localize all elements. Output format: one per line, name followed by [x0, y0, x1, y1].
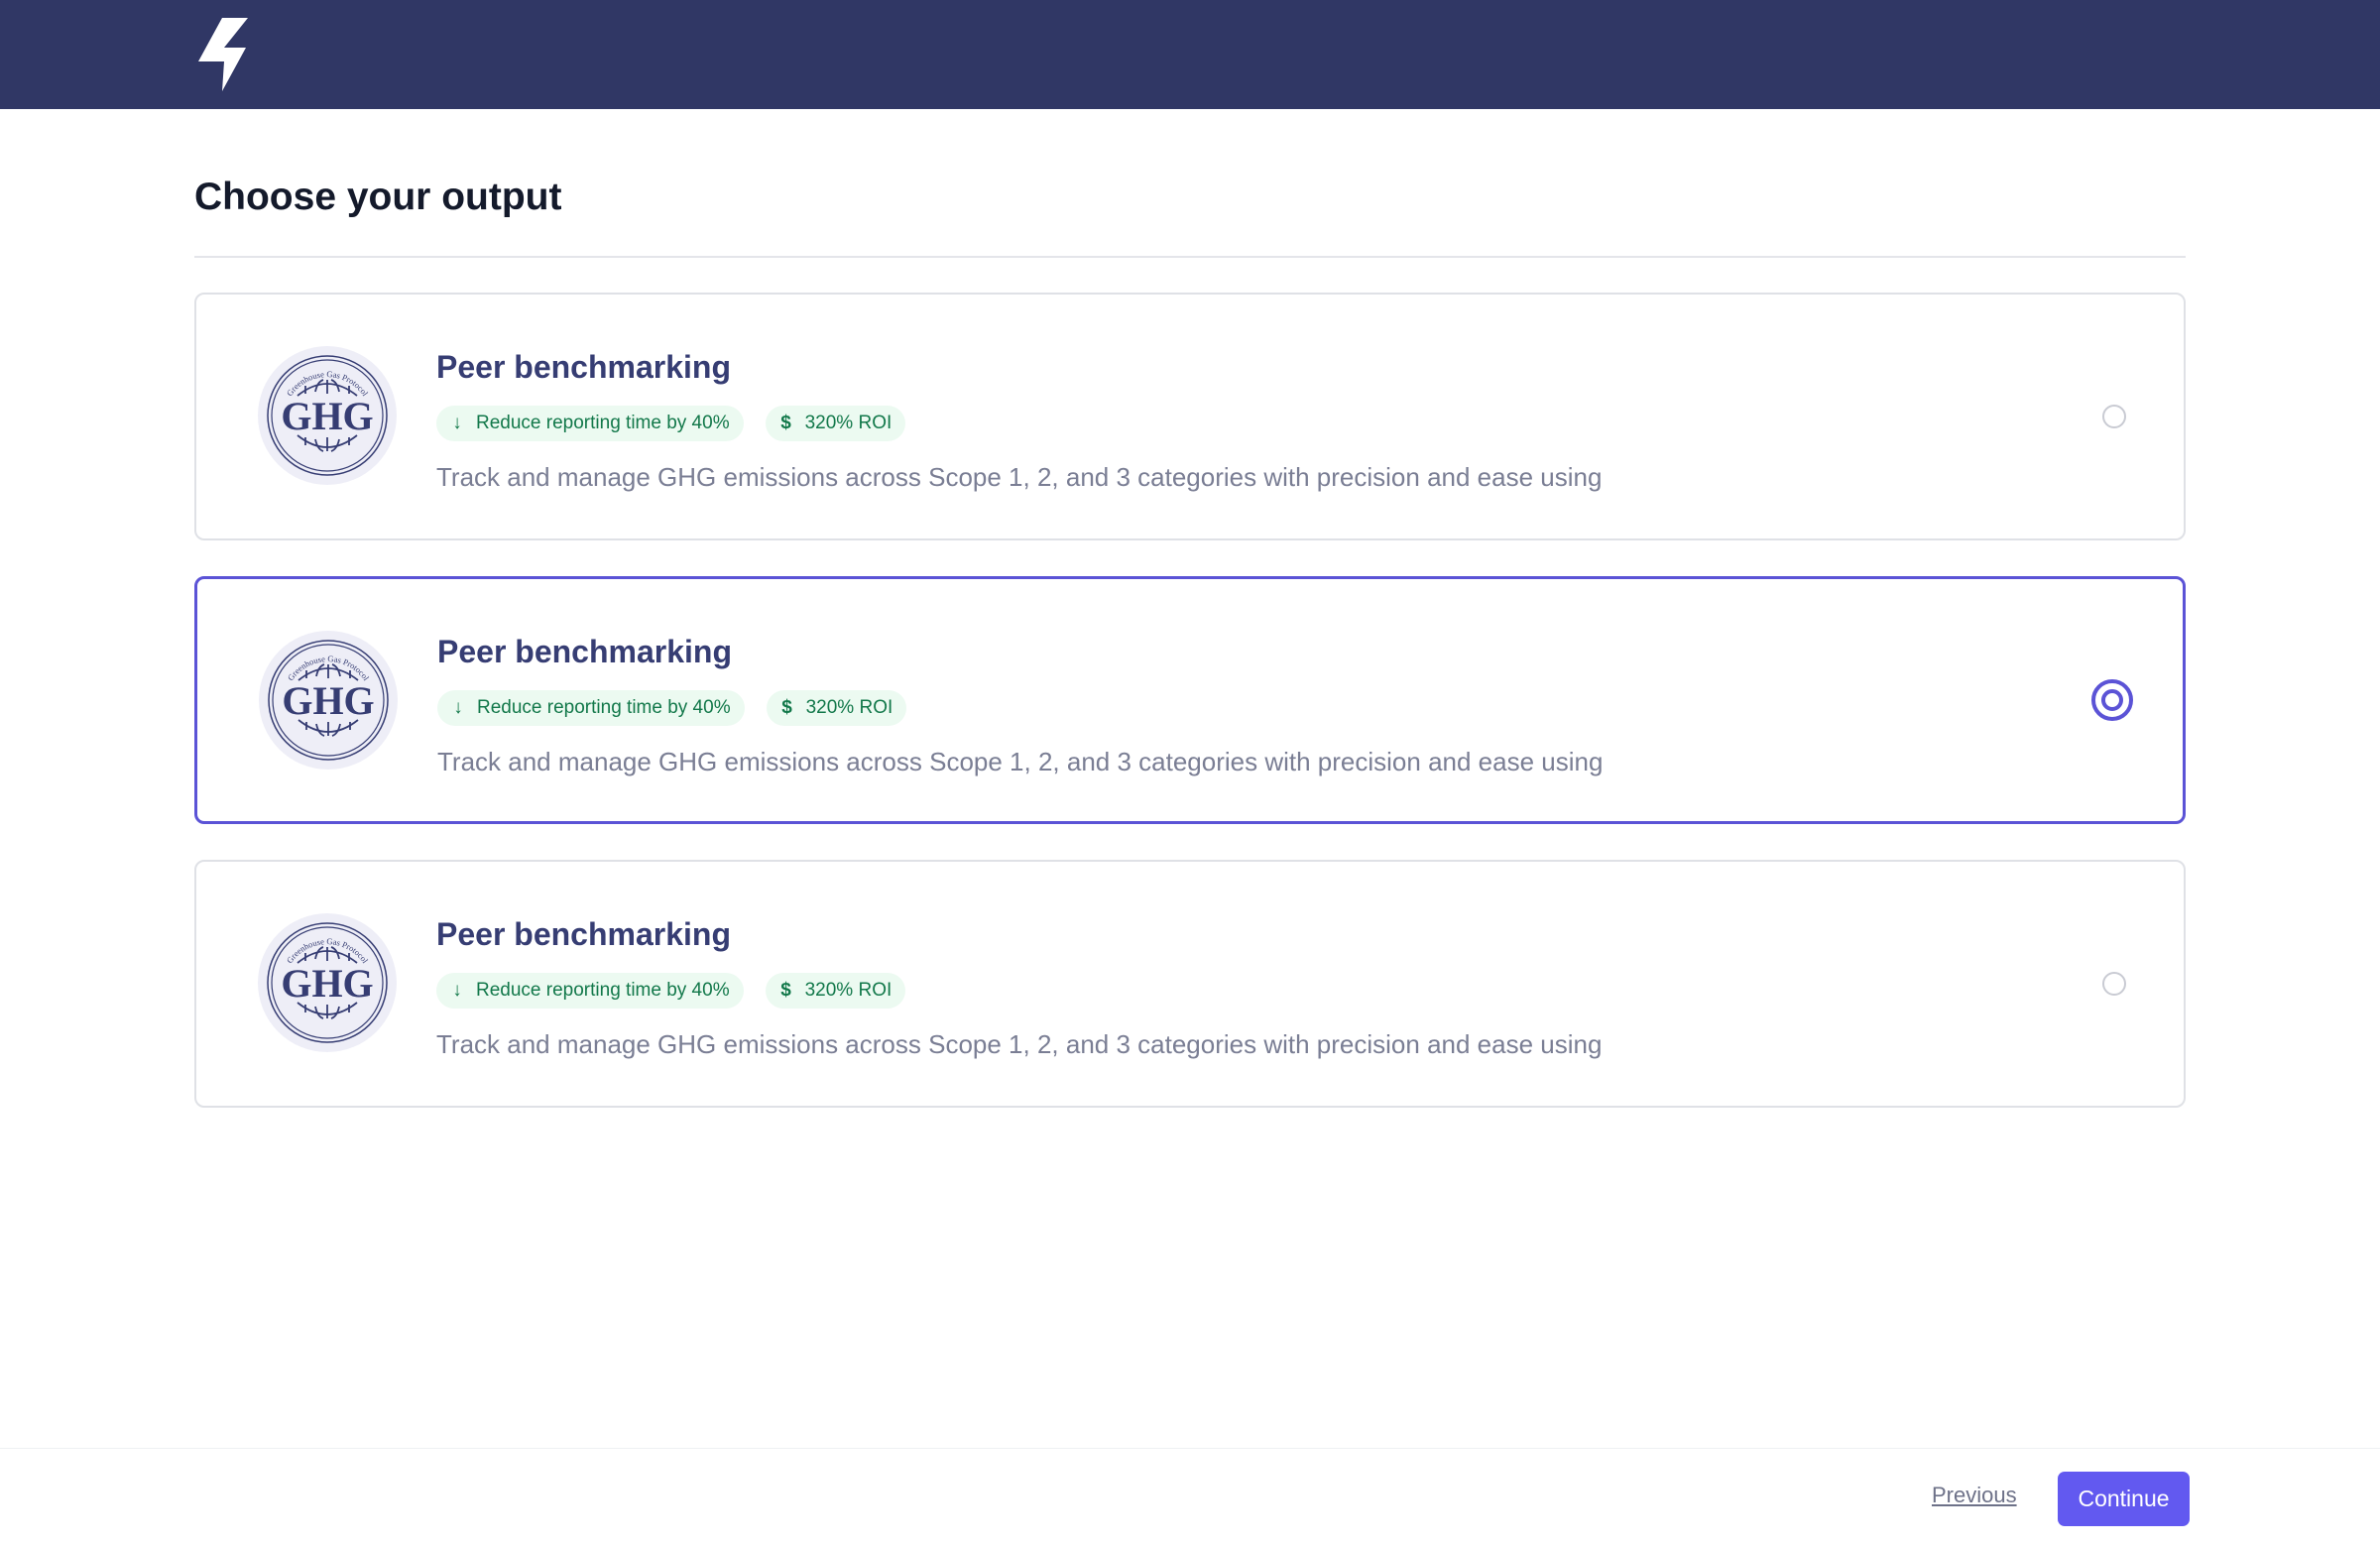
option-description: Track and manage GHG emissions across Sc… — [437, 747, 1604, 776]
option-title: Peer benchmarking — [436, 349, 731, 385]
tag-label: Reduce reporting time by 40% — [477, 697, 731, 718]
footer-bar: Previous Continue — [0, 1448, 2380, 1547]
option-tags: ↓ Reduce reporting time by 40% $320% ROI — [437, 690, 2064, 726]
ghg-protocol-logo: Greenhouse Gas Protocol GHG — [258, 346, 397, 485]
arrow-down-icon: ↓ — [452, 980, 462, 1001]
time-reduction-tag: ↓ Reduce reporting time by 40% — [436, 973, 744, 1009]
page-content: Choose your output Greenhouse Gas Protoc… — [194, 109, 2186, 1143]
ghg-protocol-logo: Greenhouse Gas Protocol GHG — [259, 631, 398, 770]
svg-text:GHG: GHG — [282, 678, 374, 723]
roi-tag: $320% ROI — [765, 406, 906, 441]
tag-label: Reduce reporting time by 40% — [476, 413, 730, 433]
svg-text:GHG: GHG — [281, 961, 373, 1006]
option-tags: ↓ Reduce reporting time by 40% $320% ROI — [436, 973, 2065, 1009]
option-body: Peer benchmarking ↓ Reduce reporting time… — [436, 346, 2065, 495]
tag-label: 320% ROI — [804, 980, 892, 1001]
arrow-down-icon: ↓ — [452, 413, 462, 433]
dollar-icon: $ — [780, 980, 791, 1001]
page-title: Choose your output — [194, 176, 562, 218]
svg-text:GHG: GHG — [281, 394, 373, 438]
arrow-down-icon: ↓ — [453, 697, 463, 718]
option-title: Peer benchmarking — [437, 634, 732, 669]
time-reduction-tag: ↓ Reduce reporting time by 40% — [436, 406, 744, 441]
time-reduction-tag: ↓ Reduce reporting time by 40% — [437, 690, 745, 726]
output-options-list: Greenhouse Gas Protocol GHG Peer benchma… — [194, 293, 2186, 1108]
option-body: Peer benchmarking ↓ Reduce reporting time… — [436, 913, 2065, 1062]
option-title: Peer benchmarking — [436, 916, 731, 952]
dollar-icon: $ — [780, 413, 791, 433]
option-radio[interactable] — [2102, 405, 2126, 428]
tag-label: 320% ROI — [804, 413, 892, 433]
roi-tag: $320% ROI — [765, 973, 906, 1009]
output-option-card[interactable]: Greenhouse Gas Protocol GHG Peer benchma… — [194, 293, 2186, 540]
divider — [194, 256, 2186, 258]
tag-label: Reduce reporting time by 40% — [476, 980, 730, 1001]
lightning-bolt-icon[interactable] — [194, 18, 250, 91]
previous-button[interactable]: Previous — [1932, 1483, 2017, 1508]
dollar-icon: $ — [781, 697, 792, 718]
option-description: Track and manage GHG emissions across Sc… — [436, 1029, 1603, 1059]
ghg-protocol-logo: Greenhouse Gas Protocol GHG — [258, 913, 397, 1052]
option-tags: ↓ Reduce reporting time by 40% $320% ROI — [436, 406, 2065, 441]
output-option-card[interactable]: Greenhouse Gas Protocol GHG Peer benchma… — [194, 576, 2186, 824]
top-bar — [0, 0, 2380, 109]
option-radio[interactable] — [2102, 972, 2126, 996]
continue-button[interactable]: Continue — [2058, 1472, 2190, 1526]
option-body: Peer benchmarking ↓ Reduce reporting time… — [437, 631, 2064, 779]
tag-label: 320% ROI — [805, 697, 893, 718]
output-option-card[interactable]: Greenhouse Gas Protocol GHG Peer benchma… — [194, 860, 2186, 1108]
option-radio-selected[interactable] — [2091, 679, 2133, 721]
roi-tag: $320% ROI — [766, 690, 907, 726]
option-description: Track and manage GHG emissions across Sc… — [436, 462, 1603, 492]
